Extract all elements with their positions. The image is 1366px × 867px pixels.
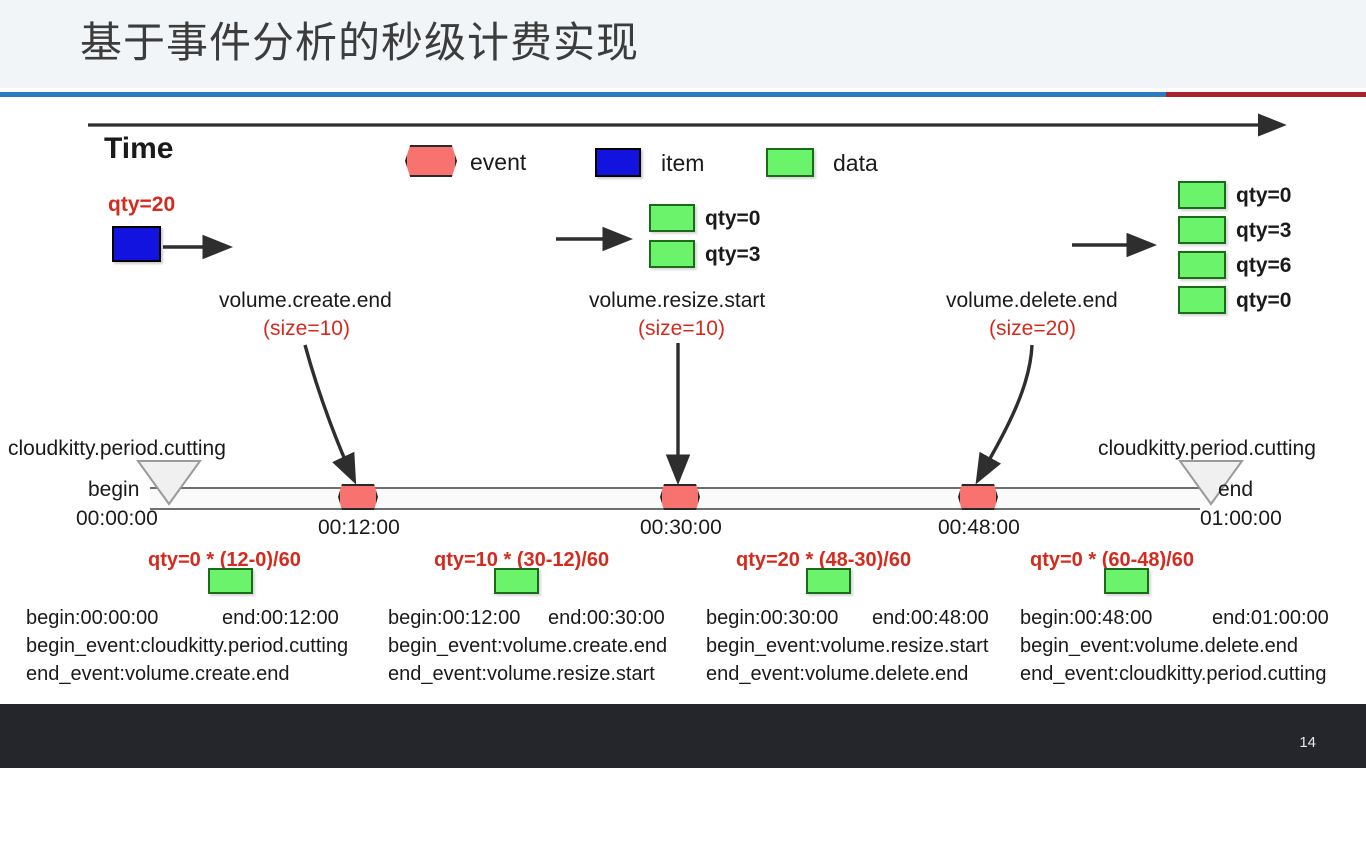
- tick-time-0: 00:12:00: [318, 516, 400, 539]
- diagram-canvas: Time event item data qty=20 qty=0 qty=3 …: [0, 99, 1366, 699]
- period-0-begin-event: begin_event:cloudkitty.period.cutting: [26, 635, 349, 657]
- header-rule-blue: [0, 92, 1166, 97]
- legend-event-label: event: [470, 149, 527, 175]
- period-data-box-2: [806, 568, 851, 594]
- tick-time-1: 00:30:00: [640, 516, 722, 539]
- period-3-begin: begin:00:48:00: [1020, 607, 1153, 629]
- legend-data-label: data: [833, 150, 878, 176]
- mid-data-qty-0: qty=0: [705, 207, 761, 230]
- slide-header: 基于事件分析的秒级计费实现: [0, 0, 1366, 88]
- event-size-2: (size=20): [989, 317, 1076, 340]
- slide-footer: [0, 704, 1366, 768]
- timeline-event-marker-1: [660, 484, 700, 510]
- end-label: end: [1218, 478, 1254, 501]
- page-title: 基于事件分析的秒级计费实现: [80, 18, 640, 67]
- right-data-box-1: [1178, 216, 1226, 244]
- legend-data-swatch: [766, 148, 814, 177]
- legend-item-swatch: [595, 148, 641, 177]
- event-label-1: volume.resize.start: [589, 289, 766, 312]
- period-0-end: end:00:12:00: [222, 607, 339, 629]
- period-data-box-0: [208, 568, 253, 594]
- header-rule-red: [1166, 92, 1366, 97]
- period-0-begin: begin:00:00:00: [26, 607, 159, 629]
- period-3-end: end:01:00:00: [1212, 607, 1329, 629]
- period-data-box-1: [494, 568, 539, 594]
- period-1-end-event: end_event:volume.resize.start: [388, 663, 655, 685]
- event-size-0: (size=10): [263, 317, 350, 340]
- legend-item-label: item: [661, 150, 705, 176]
- period-1-begin-event: begin_event:volume.create.end: [388, 635, 668, 657]
- left-cut-label: cloudkitty.period.cutting: [8, 437, 226, 460]
- item-qty-label: qty=20: [108, 193, 176, 216]
- item-box: [112, 226, 161, 262]
- page-number: 14: [1299, 734, 1316, 751]
- period-0-end-event: end_event:volume.create.end: [26, 663, 290, 685]
- mid-data-qty-1: qty=3: [705, 243, 761, 266]
- end-time: 01:00:00: [1200, 507, 1282, 530]
- period-2-end: end:00:48:00: [872, 607, 989, 629]
- period-3-end-event: end_event:cloudkitty.period.cutting: [1020, 663, 1327, 685]
- timeline-event-marker-2: [958, 484, 998, 510]
- right-data-qty-1: qty=3: [1236, 219, 1292, 242]
- period-2-begin: begin:00:30:00: [706, 607, 839, 629]
- right-data-qty-0: qty=0: [1236, 184, 1292, 207]
- right-data-box-2: [1178, 251, 1226, 279]
- right-data-box-0: [1178, 181, 1226, 209]
- right-data-qty-2: qty=6: [1236, 254, 1292, 277]
- period-data-box-3: [1104, 568, 1149, 594]
- right-data-qty-3: qty=0: [1236, 289, 1292, 312]
- mid-data-box-0: [649, 204, 695, 232]
- legend-event-swatch: [405, 145, 457, 177]
- timeline-event-marker-0: [338, 484, 378, 510]
- period-3-begin-event: begin_event:volume.delete.end: [1020, 635, 1298, 657]
- period-2-end-event: end_event:volume.delete.end: [706, 663, 969, 685]
- event-size-1: (size=10): [638, 317, 725, 340]
- right-data-box-3: [1178, 286, 1226, 314]
- event-label-0: volume.create.end: [219, 289, 392, 312]
- time-axis-label: Time: [104, 132, 174, 165]
- right-cut-label: cloudkitty.period.cutting: [1098, 437, 1316, 460]
- mid-data-box-1: [649, 240, 695, 268]
- begin-time: 00:00:00: [76, 507, 158, 530]
- period-1-end: end:00:30:00: [548, 607, 665, 629]
- period-1-begin: begin:00:12:00: [388, 607, 521, 629]
- period-2-begin-event: begin_event:volume.resize.start: [706, 635, 989, 657]
- tick-time-2: 00:48:00: [938, 516, 1020, 539]
- begin-label: begin: [88, 478, 140, 501]
- event-label-2: volume.delete.end: [946, 289, 1118, 312]
